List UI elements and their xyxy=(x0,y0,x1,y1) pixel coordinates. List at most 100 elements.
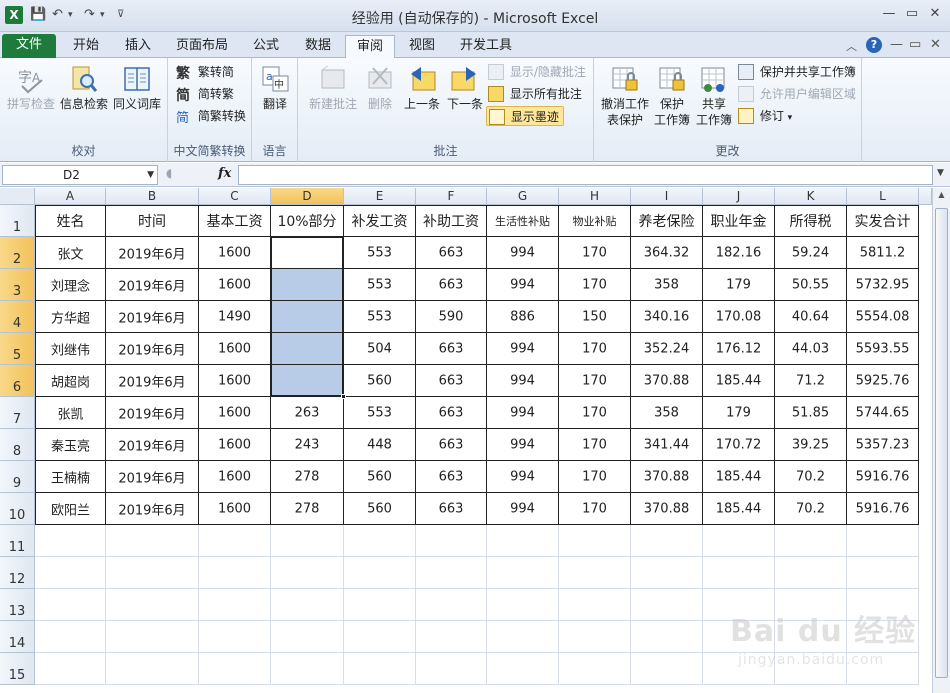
column-header-i[interactable]: I xyxy=(631,188,703,205)
header-cell[interactable]: 养老保险 xyxy=(631,205,703,237)
table-cell[interactable]: 448 xyxy=(344,429,416,461)
table-cell[interactable] xyxy=(35,621,106,653)
table-cell[interactable]: 44.03 xyxy=(775,333,847,365)
table-cell[interactable]: 170 xyxy=(559,237,631,269)
table-cell[interactable] xyxy=(271,333,344,365)
table-cell[interactable]: 刘继伟 xyxy=(35,333,106,365)
table-cell[interactable]: 150 xyxy=(559,301,631,333)
table-cell[interactable]: 5916.76 xyxy=(847,493,919,525)
share-workbook-button[interactable]: 共享 工作簿 xyxy=(694,64,734,128)
track-changes-dropdown-icon[interactable]: ▾ xyxy=(788,113,793,123)
table-cell[interactable]: 2019年6月 xyxy=(106,429,199,461)
header-cell[interactable]: 10%部分 xyxy=(271,205,344,237)
allow-edit-ranges-button[interactable]: 允许用户编辑区域 xyxy=(738,84,856,104)
table-cell[interactable]: 553 xyxy=(344,269,416,301)
table-cell[interactable] xyxy=(631,621,703,653)
new-comment-button[interactable]: 新建批注 xyxy=(306,64,360,112)
workbook-close-icon[interactable]: ✕ xyxy=(930,37,941,52)
table-cell[interactable] xyxy=(559,557,631,589)
table-cell[interactable]: 994 xyxy=(487,333,559,365)
table-cell[interactable]: 170 xyxy=(559,461,631,493)
table-cell[interactable] xyxy=(271,237,344,269)
table-cell[interactable] xyxy=(344,557,416,589)
row-header-8[interactable]: 8 xyxy=(0,429,35,461)
table-cell[interactable]: 71.2 xyxy=(775,365,847,397)
thesaurus-button[interactable]: 同义词库 xyxy=(110,64,164,112)
header-cell[interactable]: 补助工资 xyxy=(416,205,487,237)
row-header-15[interactable]: 15 xyxy=(0,653,35,685)
table-cell[interactable] xyxy=(106,621,199,653)
tab-developer[interactable]: 开发工具 xyxy=(450,35,522,58)
row-header-2[interactable]: 2 xyxy=(0,237,35,269)
tab-formulas[interactable]: 公式 xyxy=(244,35,288,58)
table-cell[interactable] xyxy=(35,653,106,685)
table-cell[interactable]: 170 xyxy=(559,429,631,461)
table-cell[interactable]: 1600 xyxy=(199,397,271,429)
table-cell[interactable]: 553 xyxy=(344,397,416,429)
table-cell[interactable] xyxy=(35,557,106,589)
table-cell[interactable]: 5744.65 xyxy=(847,397,919,429)
table-cell[interactable]: 370.88 xyxy=(631,365,703,397)
header-cell[interactable]: 所得税 xyxy=(775,205,847,237)
header-cell[interactable]: 姓名 xyxy=(35,205,106,237)
table-cell[interactable]: 182.16 xyxy=(703,237,775,269)
vertical-scrollbar[interactable]: ▲ xyxy=(932,188,950,693)
header-cell[interactable]: 职业年金 xyxy=(703,205,775,237)
table-cell[interactable]: 39.25 xyxy=(775,429,847,461)
table-cell[interactable]: 1600 xyxy=(199,333,271,365)
table-cell[interactable]: 5925.76 xyxy=(847,365,919,397)
table-cell[interactable]: 50.55 xyxy=(775,269,847,301)
table-cell[interactable] xyxy=(271,525,344,557)
table-cell[interactable]: 560 xyxy=(344,365,416,397)
table-cell[interactable] xyxy=(35,525,106,557)
tab-view[interactable]: 视图 xyxy=(400,35,444,58)
table-cell[interactable] xyxy=(271,301,344,333)
table-cell[interactable]: 560 xyxy=(344,461,416,493)
table-cell[interactable]: 663 xyxy=(416,461,487,493)
close-icon[interactable]: ✕ xyxy=(925,6,945,24)
table-cell[interactable] xyxy=(199,589,271,621)
table-cell[interactable] xyxy=(775,557,847,589)
column-header-f[interactable]: F xyxy=(416,188,487,205)
tab-data[interactable]: 数据 xyxy=(296,35,340,58)
header-cell[interactable]: 生活性补贴 xyxy=(487,205,559,237)
table-cell[interactable]: 994 xyxy=(487,365,559,397)
table-cell[interactable]: 176.12 xyxy=(703,333,775,365)
chinese-conversion-button[interactable]: 简 简繁转换 xyxy=(176,106,246,126)
table-cell[interactable] xyxy=(703,525,775,557)
table-cell[interactable]: 590 xyxy=(416,301,487,333)
table-cell[interactable]: 40.64 xyxy=(775,301,847,333)
help-icon[interactable]: ? xyxy=(866,37,882,53)
table-cell[interactable]: 2019年6月 xyxy=(106,397,199,429)
table-cell[interactable]: 185.44 xyxy=(703,365,775,397)
table-cell[interactable]: 2019年6月 xyxy=(106,493,199,525)
table-cell[interactable] xyxy=(847,525,919,557)
table-cell[interactable]: 1600 xyxy=(199,237,271,269)
table-cell[interactable] xyxy=(631,589,703,621)
table-cell[interactable] xyxy=(106,653,199,685)
column-header-h[interactable]: H xyxy=(559,188,631,205)
table-cell[interactable]: 张文 xyxy=(35,237,106,269)
minimize-icon[interactable]: — xyxy=(879,6,899,24)
row-header-10[interactable]: 10 xyxy=(0,493,35,525)
tab-home[interactable]: 开始 xyxy=(62,35,110,58)
table-cell[interactable] xyxy=(559,589,631,621)
column-header-k[interactable]: K xyxy=(775,188,847,205)
table-cell[interactable] xyxy=(631,525,703,557)
table-cell[interactable]: 341.44 xyxy=(631,429,703,461)
table-cell[interactable] xyxy=(271,589,344,621)
row-header-3[interactable]: 3 xyxy=(0,269,35,301)
table-cell[interactable] xyxy=(199,621,271,653)
row-header-12[interactable]: 12 xyxy=(0,557,35,589)
table-cell[interactable] xyxy=(344,621,416,653)
translate-button[interactable]: a 中 翻译 xyxy=(256,64,294,112)
header-cell[interactable]: 基本工资 xyxy=(199,205,271,237)
table-cell[interactable] xyxy=(416,525,487,557)
table-cell[interactable]: 51.85 xyxy=(775,397,847,429)
table-cell[interactable]: 170 xyxy=(559,397,631,429)
table-cell[interactable] xyxy=(416,589,487,621)
table-cell[interactable] xyxy=(487,589,559,621)
table-cell[interactable]: 663 xyxy=(416,429,487,461)
row-header-13[interactable]: 13 xyxy=(0,589,35,621)
table-cell[interactable] xyxy=(271,269,344,301)
